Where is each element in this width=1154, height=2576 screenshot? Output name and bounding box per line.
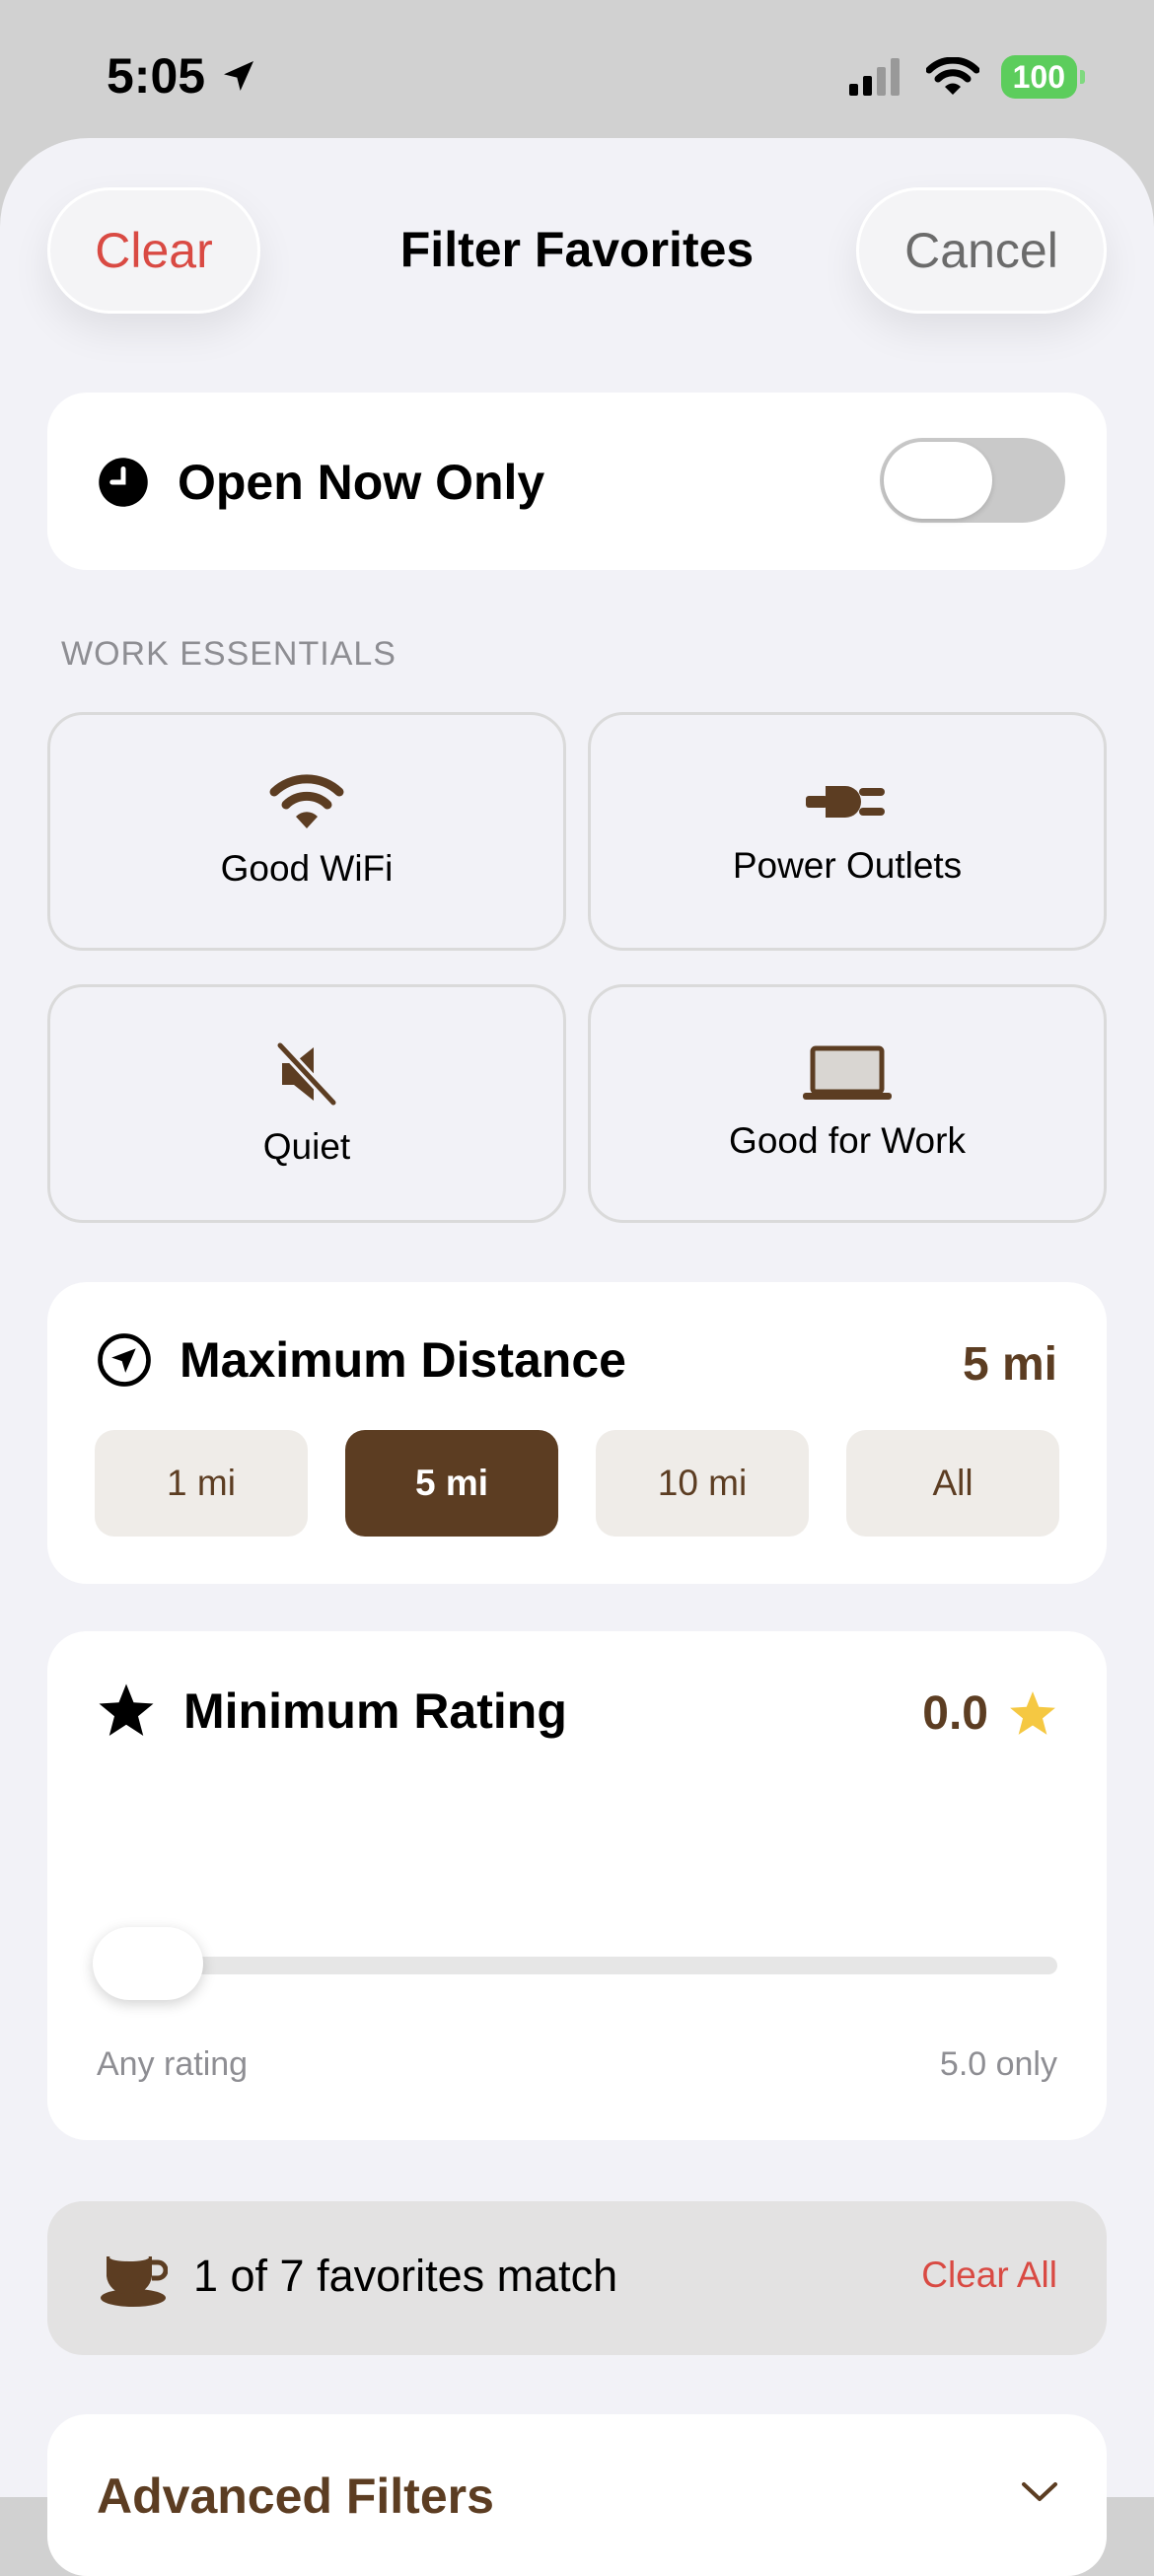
open-now-card: Open Now Only bbox=[47, 393, 1107, 570]
distance-card: Maximum Distance 5 mi 1 mi 5 mi 10 mi Al… bbox=[47, 1282, 1107, 1584]
rating-card: Minimum Rating 0.0 Any rating 5.0 only bbox=[47, 1631, 1107, 2140]
open-now-row: Open Now Only bbox=[97, 454, 544, 511]
advanced-filters-card[interactable]: Advanced Filters bbox=[47, 2414, 1107, 2576]
location-icon bbox=[98, 1333, 151, 1387]
battery-indicator: 100 bbox=[1000, 55, 1086, 99]
match-summary-bar: 1 of 7 favorites match Clear All bbox=[47, 2201, 1107, 2355]
rating-value: 0.0 bbox=[922, 1687, 988, 1740]
clear-all-link[interactable]: Clear All bbox=[921, 2254, 1057, 2296]
open-now-label: Open Now Only bbox=[178, 455, 545, 510]
distance-label: Maximum Distance bbox=[180, 1332, 626, 1388]
filter-power-outlets[interactable]: Power Outlets bbox=[588, 712, 1107, 951]
distance-option-10mi[interactable]: 10 mi bbox=[596, 1430, 809, 1537]
status-bar: 5:05 100 bbox=[0, 0, 1154, 148]
power-outlets-label: Power Outlets bbox=[732, 845, 963, 886]
open-now-toggle[interactable] bbox=[880, 438, 1065, 523]
clock-icon bbox=[99, 458, 148, 507]
match-count-text: 1 of 7 favorites match bbox=[193, 2251, 618, 2301]
distance-option-1mi[interactable]: 1 mi bbox=[95, 1430, 308, 1537]
star-icon bbox=[99, 1683, 154, 1736]
rating-slider-track[interactable] bbox=[97, 1957, 1057, 1974]
filter-good-wifi[interactable]: Good WiFi bbox=[47, 712, 566, 951]
advanced-filters-label: Advanced Filters bbox=[97, 2469, 494, 2524]
coffee-cup-icon bbox=[101, 2254, 168, 2307]
distance-option-all[interactable]: All bbox=[846, 1430, 1059, 1537]
distance-row: Maximum Distance bbox=[97, 1331, 626, 1389]
yellow-star-icon bbox=[1010, 1690, 1055, 1735]
chevron-down-icon bbox=[1022, 2482, 1057, 2501]
laptop-icon bbox=[803, 1045, 892, 1100]
rating-value-row: 0.0 bbox=[922, 1686, 1057, 1741]
status-time: 5:05 bbox=[107, 47, 258, 105]
filter-good-for-work[interactable]: Good for Work bbox=[588, 984, 1107, 1223]
rating-row: Minimum Rating bbox=[97, 1682, 567, 1740]
good-for-work-label: Good for Work bbox=[729, 1120, 966, 1161]
rating-label: Minimum Rating bbox=[183, 1683, 567, 1739]
plug-icon bbox=[806, 786, 885, 818]
good-wifi-label: Good WiFi bbox=[220, 848, 394, 889]
slider-max-label: 5.0 only bbox=[939, 2045, 1057, 2083]
cancel-button[interactable]: Cancel bbox=[856, 187, 1107, 314]
location-arrow-icon bbox=[224, 61, 254, 91]
slider-min-label: Any rating bbox=[97, 2045, 249, 2083]
wifi-icon bbox=[269, 774, 344, 828]
filter-sheet: Clear Filter Favorites Cancel Open Now O… bbox=[0, 138, 1154, 2576]
toggle-knob bbox=[884, 442, 992, 519]
distance-option-5mi[interactable]: 5 mi bbox=[345, 1430, 558, 1537]
time-label: 5:05 bbox=[107, 48, 206, 104]
rating-slider-knob[interactable] bbox=[93, 1927, 203, 2000]
quiet-label: Quiet bbox=[262, 1126, 351, 1167]
speaker-muted-icon bbox=[275, 1041, 338, 1107]
work-essentials-section-label: WORK ESSENTIALS bbox=[61, 635, 397, 673]
status-indicators: 100 bbox=[848, 55, 1086, 99]
wifi-status-icon bbox=[925, 57, 979, 95]
filter-quiet[interactable]: Quiet bbox=[47, 984, 566, 1223]
distance-value: 5 mi bbox=[962, 1338, 1057, 1391]
cellular-signal-icon bbox=[848, 58, 900, 96]
